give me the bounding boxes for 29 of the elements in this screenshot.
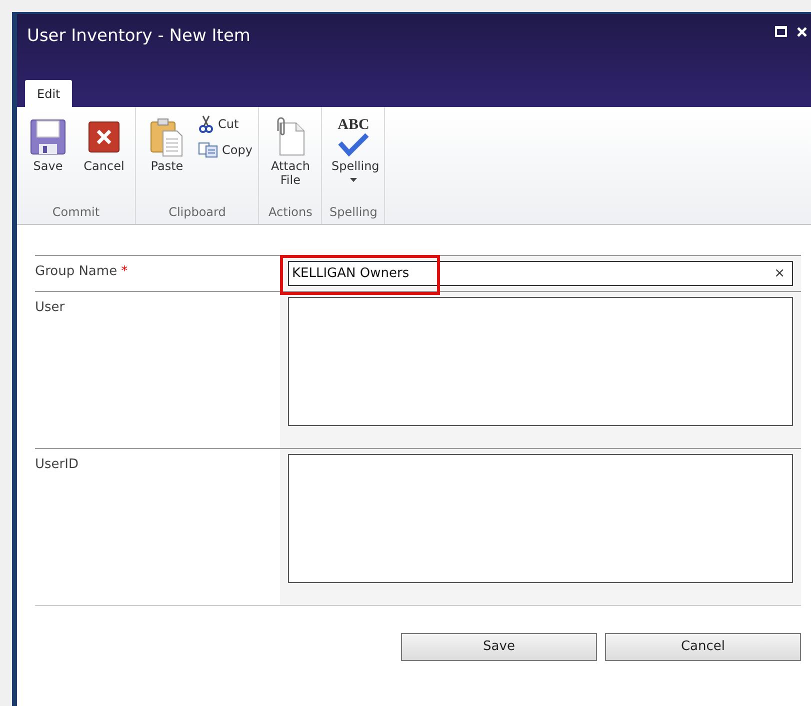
group-label: Commit: [51, 204, 101, 221]
ribbon-button[interactable]: Cancel: [77, 115, 131, 203]
ribbon-tab[interactable]: Edit: [25, 80, 72, 107]
required-mark: *: [121, 264, 128, 279]
input-field[interactable]: KELLIGAN Owners ×: [288, 261, 793, 286]
ribbon-button[interactable]: Cut: [196, 115, 254, 133]
field-label: UserID: [35, 457, 78, 472]
field-label: Group Name: [35, 264, 118, 279]
clipboard-icon: [149, 117, 185, 157]
group-label: Actions: [268, 204, 314, 221]
form-button[interactable]: Save: [401, 633, 597, 661]
checkmark-icon: [337, 132, 370, 156]
x-icon: [88, 121, 120, 153]
window-title: User Inventory - New Item: [27, 25, 252, 48]
field-label: User: [35, 300, 65, 315]
ribbon-button[interactable]: Paste: [140, 115, 194, 203]
ribbon-button[interactable]: Save: [21, 115, 75, 203]
close-icon[interactable]: [797, 27, 807, 37]
maximize-icon[interactable]: [775, 26, 787, 37]
ribbon-button[interactable]: Attach File: [263, 115, 318, 203]
group-label: Spelling: [328, 204, 378, 221]
icon-text: ABC: [338, 118, 370, 132]
form-button[interactable]: Cancel: [605, 633, 801, 661]
group-label: Clipboard: [168, 204, 227, 221]
ribbon-button[interactable]: Copy: [196, 141, 254, 159]
scissors-icon: [198, 115, 214, 133]
clear-button[interactable]: ×: [770, 264, 789, 284]
copy-icon: [198, 142, 218, 158]
dropdown-button[interactable]: ABC Spelling: [326, 115, 380, 203]
